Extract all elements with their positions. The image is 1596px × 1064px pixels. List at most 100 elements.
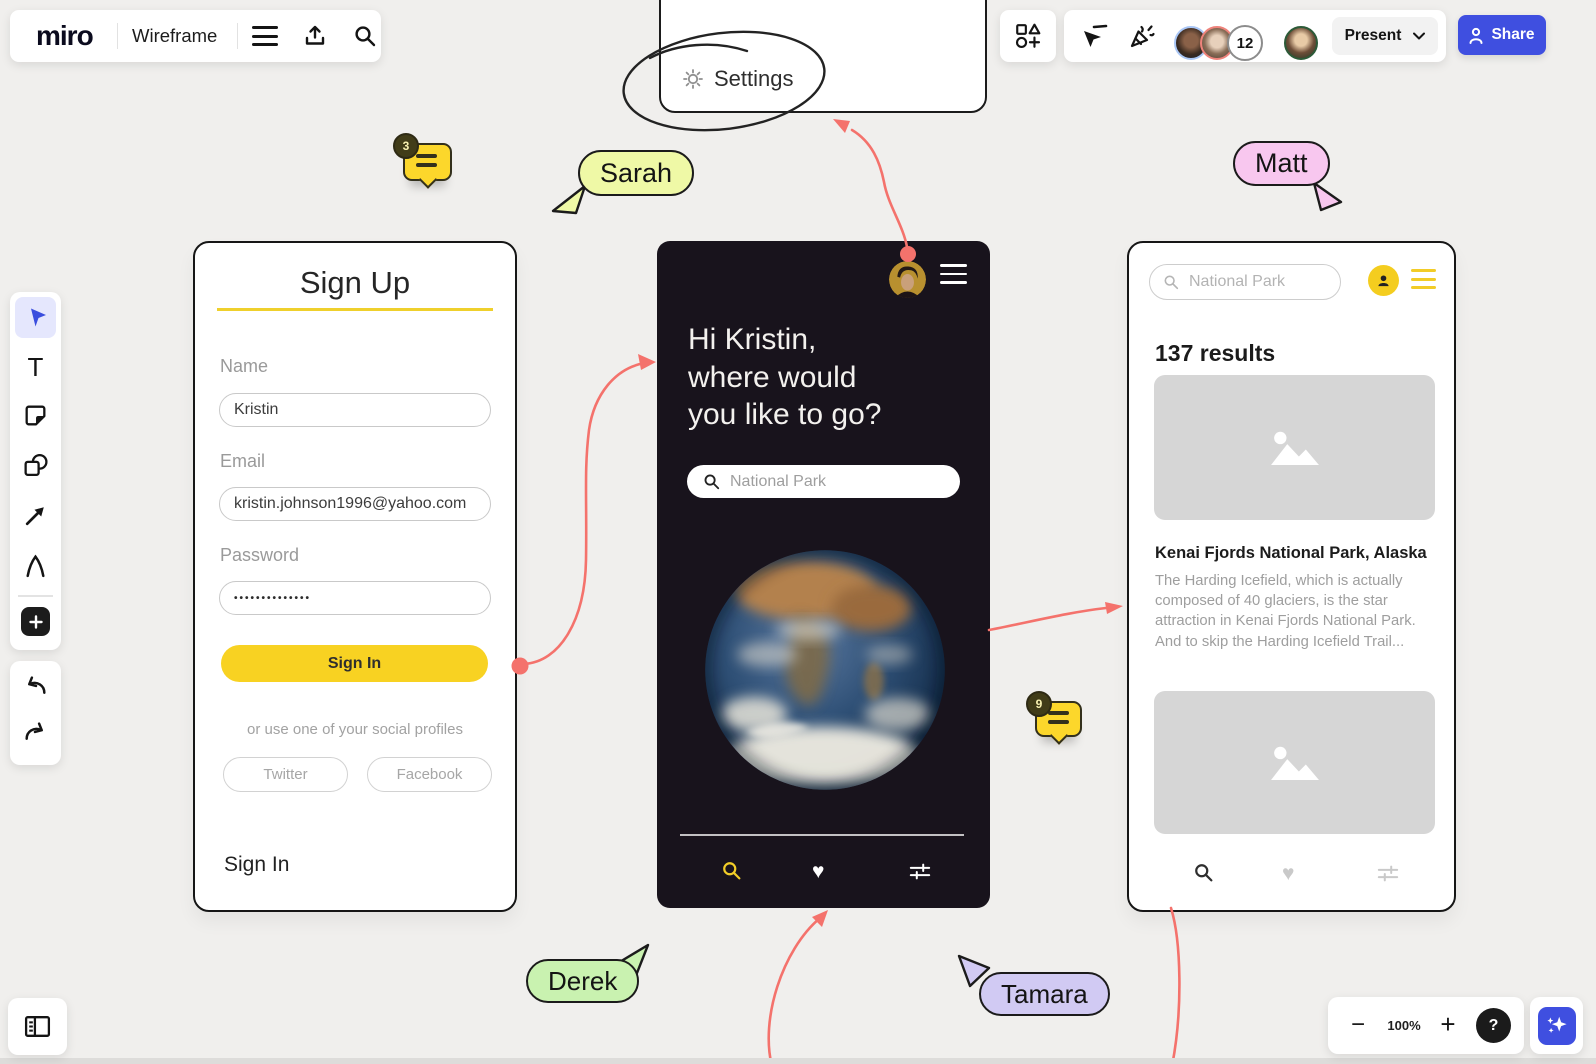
comment-bubble-line	[416, 163, 437, 167]
comment-thread[interactable]: 3	[403, 143, 452, 181]
results-menu-button[interactable]	[1411, 268, 1436, 292]
signin-button-label: Sign In	[328, 655, 381, 673]
zoom-level[interactable]: 100%	[1380, 1018, 1428, 1033]
shapes-tool[interactable]	[22, 452, 49, 479]
comment-bubble-line	[1048, 720, 1069, 724]
cursor-label-tamara: Tamara	[979, 972, 1110, 1016]
frames-panel-button[interactable]	[8, 998, 67, 1055]
participant-count-badge[interactable]: 12	[1227, 25, 1263, 61]
cursor-name: Sarah	[600, 158, 672, 189]
connector-tool[interactable]	[22, 502, 49, 529]
zoom-in-button[interactable]: +	[1432, 1007, 1464, 1041]
board-menu-button[interactable]	[252, 25, 278, 47]
home-frame[interactable]: Hi Kristin, where would you like to go? …	[657, 241, 990, 908]
connector-bottom-to-home[interactable]	[769, 910, 828, 1064]
comment-bubble-tail	[418, 170, 436, 188]
home-search-input[interactable]: National Park	[687, 465, 960, 498]
history-palette	[10, 661, 61, 765]
person-icon	[1376, 273, 1391, 288]
search-icon	[352, 23, 378, 49]
facebook-button[interactable]: Facebook	[367, 757, 492, 792]
results-nav-search[interactable]	[1193, 862, 1214, 883]
home-greeting: Hi Kristin, where would you like to go?	[688, 321, 881, 434]
top-left-toolbar: miro Wireframe	[10, 10, 381, 62]
shapes-grid-icon	[1014, 22, 1042, 50]
connector-home-to-results[interactable]	[989, 602, 1123, 630]
present-button[interactable]: Present	[1332, 17, 1438, 55]
miro-logo[interactable]: miro	[36, 20, 93, 52]
connector-signin-to-home[interactable]	[512, 354, 657, 675]
search-icon	[721, 860, 742, 881]
results-nav-filters[interactable]	[1377, 864, 1399, 883]
follow-mode-button[interactable]	[1080, 22, 1108, 50]
cursor-name: Derek	[548, 966, 617, 997]
hamburger-icon-bar	[1411, 286, 1436, 289]
export-button[interactable]	[302, 23, 328, 49]
board-title[interactable]: Wireframe	[132, 25, 217, 47]
sliders-icon	[1377, 864, 1399, 883]
home-menu-button[interactable]	[940, 262, 967, 288]
twitter-button[interactable]: Twitter	[223, 757, 348, 792]
signin-button[interactable]: Sign In	[221, 645, 488, 682]
gear-icon	[683, 69, 703, 89]
home-nav-search[interactable]	[721, 860, 742, 881]
home-nav-favorites[interactable]: ♥	[812, 861, 824, 882]
insert-shapes-card[interactable]	[1000, 10, 1056, 62]
share-label: Share	[1491, 26, 1534, 44]
arrow-icon	[22, 502, 49, 529]
comment-thread[interactable]: 9	[1035, 701, 1082, 737]
results-nav-favorites[interactable]: ♥	[1282, 863, 1294, 884]
ai-assist-card	[1530, 997, 1583, 1054]
password-label: Password	[220, 545, 299, 566]
greeting-line: where would	[688, 359, 881, 397]
home-nav-filters[interactable]	[909, 862, 931, 881]
search-icon	[703, 473, 720, 490]
text-tool[interactable]: T	[10, 350, 61, 384]
search-icon	[1193, 862, 1214, 883]
zoom-out-button[interactable]: −	[1342, 1008, 1374, 1042]
pen-tool[interactable]	[22, 552, 49, 579]
person-icon	[1469, 27, 1483, 44]
cursor-label-derek: Derek	[526, 959, 639, 1003]
search-button[interactable]	[352, 23, 378, 49]
result-image-placeholder[interactable]	[1154, 691, 1435, 834]
greeting-line: Hi Kristin,	[688, 321, 881, 359]
home-search-placeholder: National Park	[730, 473, 826, 491]
image-placeholder-icon	[1266, 431, 1324, 465]
help-button[interactable]: ?	[1476, 1008, 1511, 1043]
sticky-note-icon	[22, 402, 49, 429]
reactions-button[interactable]	[1126, 21, 1156, 51]
results-search-input[interactable]: National Park	[1149, 264, 1341, 300]
redo-button[interactable]	[22, 719, 49, 746]
result-title[interactable]: Kenai Fjords National Park, Alaska	[1155, 544, 1427, 563]
social-text: or use one of your social profiles	[195, 721, 515, 738]
search-icon	[1163, 274, 1179, 290]
signup-footer-link[interactable]: Sign In	[224, 853, 289, 877]
share-button[interactable]: Share	[1458, 15, 1546, 55]
settings-card[interactable]: Settings	[659, 0, 987, 113]
undo-button[interactable]	[22, 673, 49, 700]
party-popper-icon	[1126, 21, 1156, 51]
signup-frame[interactable]: Sign Up Name Kristin Email kristin.johns…	[193, 241, 517, 912]
sticky-note-tool[interactable]	[22, 402, 49, 429]
result-description-line: composed of 40 glaciers, is the star	[1155, 591, 1416, 611]
select-tool[interactable]	[15, 297, 56, 338]
tools-divider	[18, 595, 53, 597]
follow-cursor-icon	[1080, 22, 1108, 50]
ai-assist-button[interactable]	[1538, 1007, 1576, 1045]
name-field[interactable]: Kristin	[219, 393, 491, 427]
result-image-placeholder[interactable]	[1154, 375, 1435, 520]
more-tools-button[interactable]	[21, 607, 50, 636]
hamburger-icon	[1411, 269, 1436, 272]
participant-avatar[interactable]	[1284, 26, 1318, 60]
tools-palette: T	[10, 292, 61, 650]
password-field[interactable]: ••••••••••••••	[219, 581, 491, 615]
settings-label[interactable]: Settings	[714, 66, 794, 92]
profile-button[interactable]	[1368, 265, 1399, 296]
results-frame[interactable]: National Park 137 results Kenai Fjords N…	[1127, 241, 1456, 912]
sliders-icon	[909, 862, 931, 881]
email-field[interactable]: kristin.johnson1996@yahoo.com	[219, 487, 491, 521]
connector-results-to-bottom[interactable]	[1171, 908, 1179, 1064]
user-avatar[interactable]	[889, 261, 926, 298]
name-value: Kristin	[234, 401, 278, 419]
